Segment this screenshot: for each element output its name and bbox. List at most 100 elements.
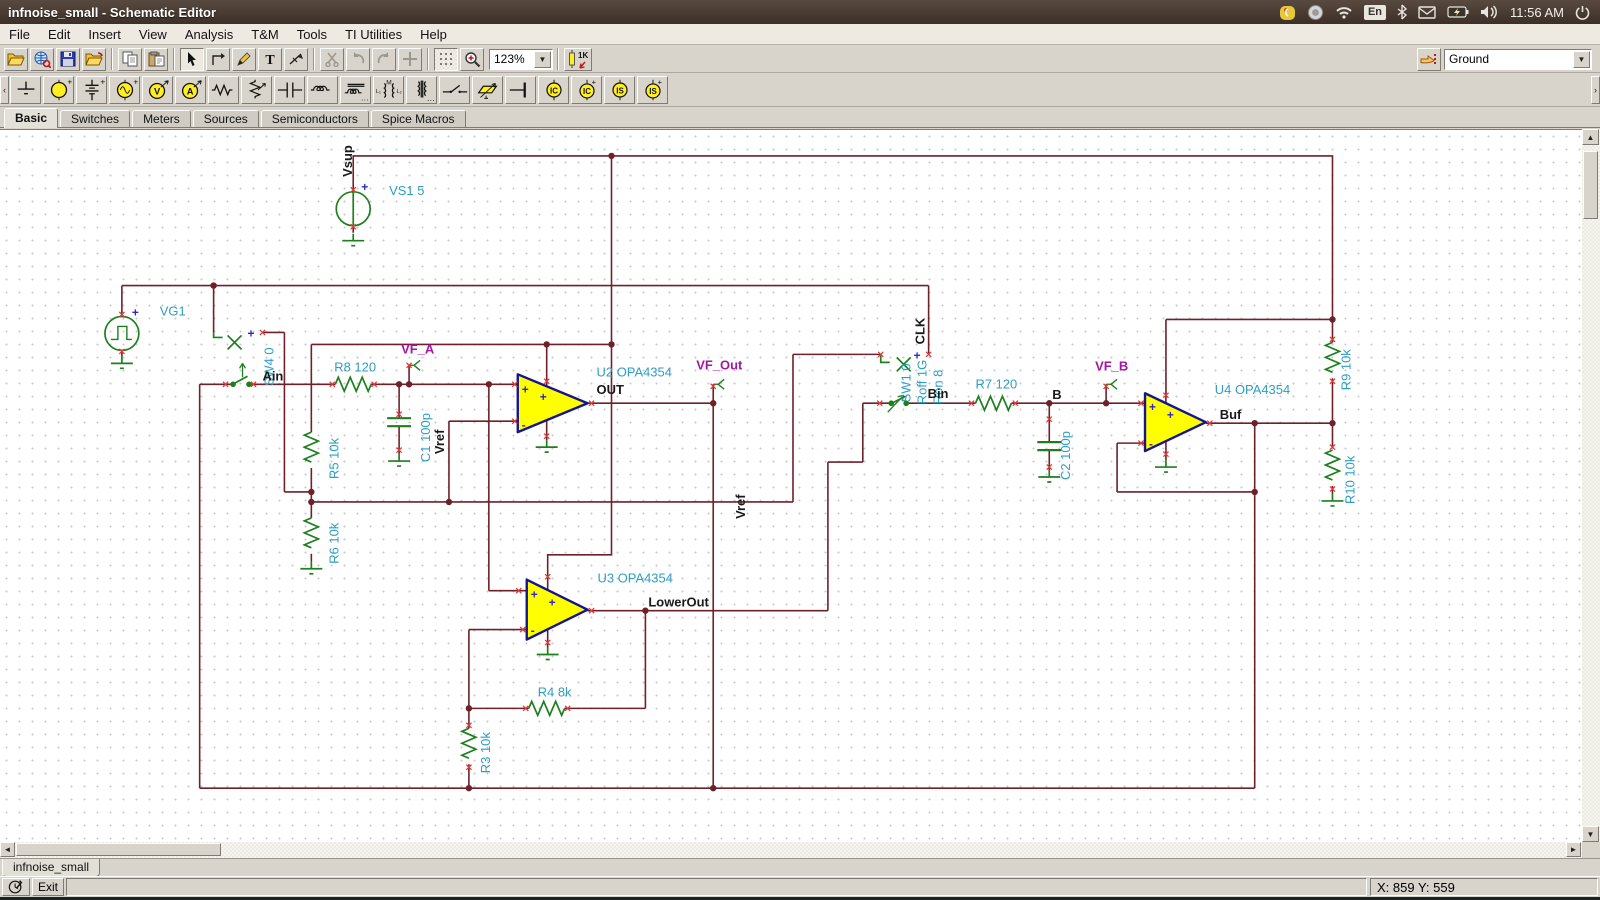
u3-label: U3 OPA4354 [598, 571, 673, 586]
is-pin-component-button[interactable]: IS [604, 76, 635, 104]
ic-pin-plus-component-button[interactable]: +IC [571, 76, 602, 104]
component-scroll-left-button[interactable]: ‹ [0, 76, 9, 104]
undo-button-disabled[interactable] [346, 48, 370, 71]
menu-edit[interactable]: Edit [39, 25, 79, 44]
probe-labels[interactable]: VF_A VF_Out VF_B [401, 341, 1128, 373]
menu-analysis[interactable]: Analysis [176, 25, 242, 44]
system-tray: En 11:56 AM [1279, 4, 1600, 21]
menu-bar: File Edit Insert View Analysis T&M Tools… [0, 24, 1600, 45]
menu-tm[interactable]: T&M [242, 25, 287, 44]
schematic-canvas[interactable]: ++- ++- ++- + + + + VS1 5 VG [0, 129, 1582, 842]
keyboard-layout-indicator[interactable]: En [1364, 5, 1386, 20]
status-bar: Exit X: 859 Y: 559 [0, 876, 1600, 897]
resistor-component-button[interactable] [208, 76, 239, 104]
switch-component-button[interactable] [439, 76, 470, 104]
component-symbols[interactable] [105, 192, 1344, 758]
power-icon[interactable] [1575, 5, 1590, 20]
r7-resistor [975, 396, 1011, 410]
tab-basic[interactable]: Basic [4, 108, 58, 128]
toolbar-separator [173, 48, 175, 70]
mail-icon[interactable] [1418, 6, 1436, 19]
copy-button[interactable] [118, 48, 142, 71]
tab-semiconductors[interactable]: Semiconductors [261, 110, 369, 127]
svg-text:+: + [133, 77, 138, 86]
sphere-indicator-icon[interactable] [1307, 4, 1324, 21]
tab-meters[interactable]: Meters [132, 110, 191, 127]
open-web-button[interactable] [30, 48, 54, 71]
wifi-icon[interactable] [1335, 5, 1353, 19]
menu-tools[interactable]: Tools [288, 25, 336, 44]
menu-insert[interactable]: Insert [79, 25, 130, 44]
voltmeter-component-button[interactable]: V [142, 76, 173, 104]
wire-edit-tool-button[interactable] [284, 48, 308, 71]
is-pin-plus-component-button[interactable]: +IS [637, 76, 668, 104]
capacitor-component-button[interactable] [274, 76, 305, 104]
voltage-source-component-button[interactable]: + [43, 76, 74, 104]
voltage-generator-component-button[interactable]: + [109, 76, 140, 104]
coupled-inductors-component-button[interactable]: ML₁L₂ [373, 76, 404, 104]
ground-component-button[interactable] [10, 76, 41, 104]
component-select-combobox[interactable]: Ground ▼ [1444, 49, 1592, 70]
opamps [518, 374, 1206, 639]
b-label: B [1052, 387, 1061, 402]
pencil-tool-button[interactable] [232, 48, 256, 71]
menu-help[interactable]: Help [411, 25, 456, 44]
clock[interactable]: 11:56 AM [1510, 5, 1564, 20]
ic-pin-component-button[interactable]: IC [538, 76, 569, 104]
exit-button[interactable]: Exit [32, 878, 64, 896]
menu-file[interactable]: File [0, 25, 39, 44]
text-tool-button[interactable]: T [258, 48, 282, 71]
analysis-status-button[interactable] [2, 878, 30, 896]
wire-tool-button[interactable] [206, 48, 230, 71]
component-select-arrow[interactable]: ▼ [1573, 51, 1590, 68]
inductor-core-component-button[interactable]: … [340, 76, 371, 104]
vertical-scrollbar[interactable]: ▲ ▼ [1582, 129, 1600, 842]
battery-component-button[interactable]: + [76, 76, 107, 104]
vf-a-probe [409, 360, 420, 370]
terminal-component-button[interactable] [505, 76, 536, 104]
cut-button-disabled[interactable] [320, 48, 344, 71]
scroll-up-button[interactable]: ▲ [1582, 129, 1599, 145]
tab-sources[interactable]: Sources [193, 110, 259, 127]
horizontal-scrollbar[interactable]: ◄ ► [0, 842, 1582, 858]
menu-ti-utilities[interactable]: TI Utilities [336, 25, 411, 44]
r4-label: R4 8k [538, 684, 572, 699]
paste-button[interactable] [144, 48, 168, 71]
grid-toggle-button[interactable] [434, 48, 458, 71]
zoom-dropdown-arrow[interactable]: ▼ [534, 51, 551, 68]
window-title: infnoise_small - Schematic Editor [0, 5, 1279, 20]
potentiometer-component-button[interactable] [241, 76, 272, 104]
tab-switches[interactable]: Switches [60, 110, 130, 127]
center-tool-button-disabled[interactable] [398, 48, 422, 71]
battery-icon[interactable] [1447, 6, 1469, 18]
select-tool-button[interactable] [180, 48, 204, 71]
svg-text:+: + [657, 77, 661, 86]
tab-spice-macros[interactable]: Spice Macros [371, 110, 466, 127]
open-button[interactable] [4, 48, 28, 71]
save-button[interactable] [56, 48, 80, 71]
doc-tab-infnoise-small[interactable]: infnoise_small [2, 859, 100, 877]
inductor-component-button[interactable] [307, 76, 338, 104]
wires[interactable] [122, 156, 1333, 788]
bluetooth-icon[interactable] [1397, 4, 1407, 20]
r9-label: R9 10k [1338, 349, 1353, 391]
menu-view[interactable]: View [130, 25, 176, 44]
horizontal-scroll-thumb[interactable] [16, 843, 221, 856]
zoom-in-button[interactable] [460, 48, 484, 71]
component-jump-button[interactable] [1417, 48, 1441, 71]
open-recent-button[interactable] [82, 48, 106, 71]
component-scroll-right-button[interactable]: › [1591, 76, 1600, 104]
component-labels[interactable]: VS1 5 VG1 SW4 0 R8 120 R5 10k R6 10k C1 … [160, 183, 1358, 773]
app-indicator-icon[interactable] [1279, 4, 1296, 21]
trimmer-component-button[interactable] [472, 76, 503, 104]
volume-icon[interactable] [1480, 5, 1499, 19]
transformer-component-button[interactable]: … [406, 76, 437, 104]
quick-resistor-tool-button[interactable]: 1K [564, 48, 592, 71]
ammeter-component-button[interactable]: A [175, 76, 206, 104]
redo-button-disabled[interactable] [372, 48, 396, 71]
scroll-right-button[interactable]: ► [1566, 842, 1581, 857]
scroll-left-button[interactable]: ◄ [0, 842, 15, 857]
vertical-scroll-thumb[interactable] [1583, 151, 1598, 219]
zoom-level-combobox[interactable]: 123% ▼ [489, 49, 553, 70]
scroll-down-button[interactable]: ▼ [1582, 826, 1599, 842]
